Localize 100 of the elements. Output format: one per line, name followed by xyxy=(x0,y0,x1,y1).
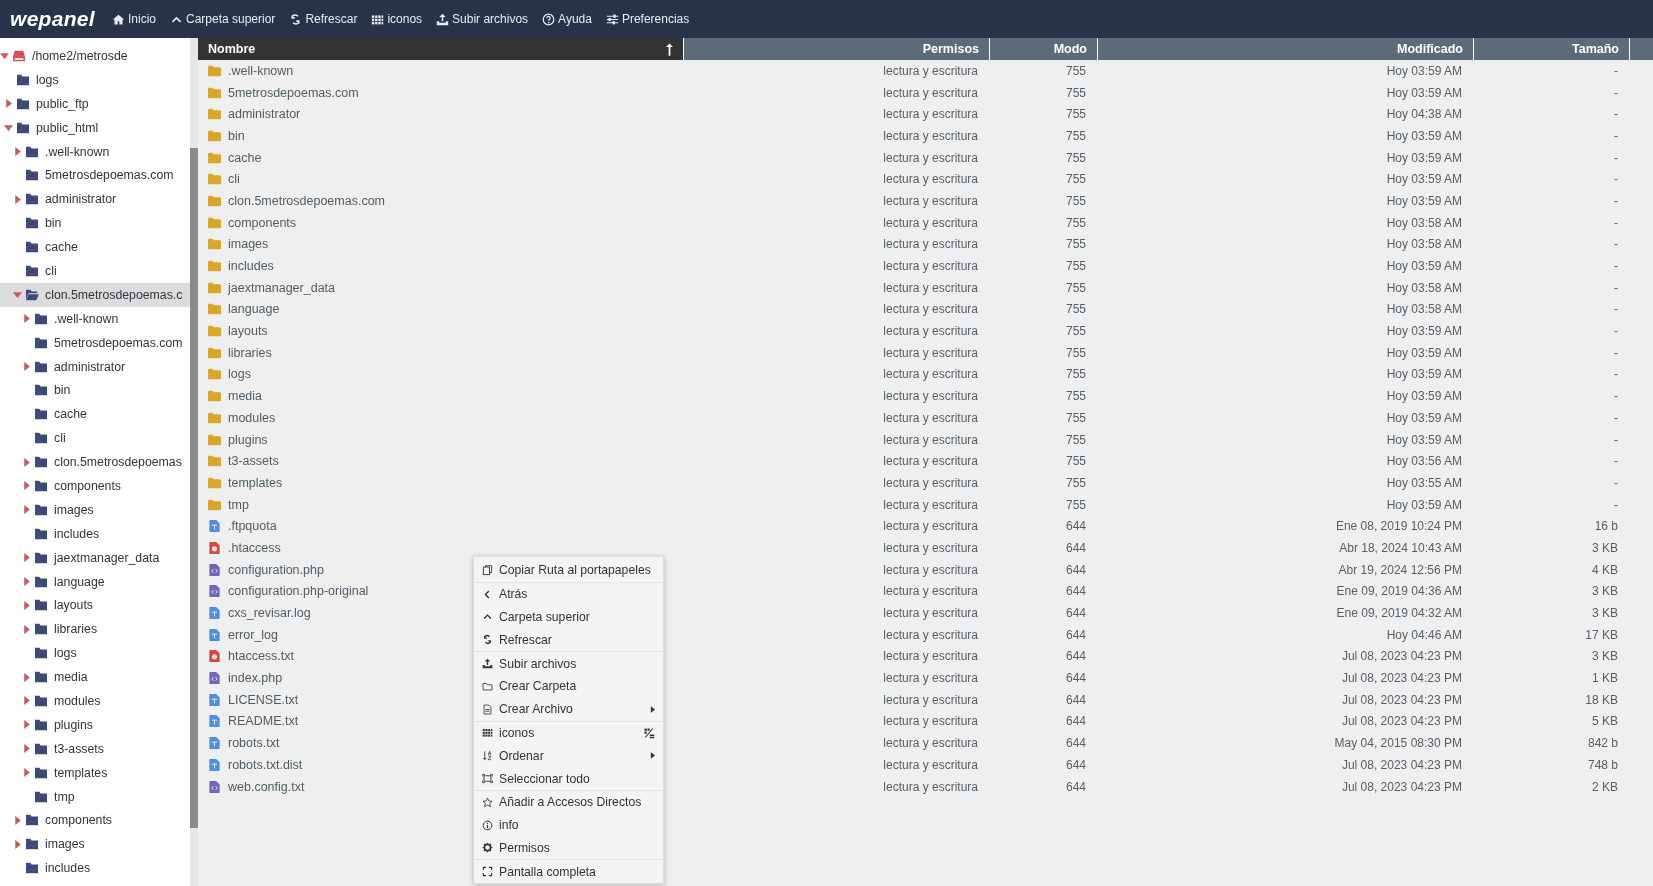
tree-item[interactable]: layouts xyxy=(0,593,190,618)
tree-item[interactable]: components xyxy=(0,808,190,833)
tree-item[interactable]: images xyxy=(0,497,190,522)
tree-item[interactable]: libraries xyxy=(0,617,190,642)
menu-item[interactable]: Permisos xyxy=(474,836,663,860)
expand-arrow-icon[interactable] xyxy=(22,505,31,515)
tree-item[interactable]: 5metrosdepoemas.com xyxy=(0,163,190,188)
toolbar-button[interactable]: Inicio xyxy=(106,9,161,29)
menu-item[interactable]: info xyxy=(474,813,663,837)
file-name[interactable]: cxs_revisar.log xyxy=(228,606,311,621)
expand-arrow-icon[interactable] xyxy=(22,624,31,634)
file-name[interactable]: logs xyxy=(228,367,251,382)
tree-item[interactable]: logs xyxy=(0,641,190,666)
tree-item[interactable]: 5metrosdepoemas.com xyxy=(0,330,190,355)
tree-item[interactable]: cli xyxy=(0,259,190,283)
tree-item[interactable]: language xyxy=(0,569,190,594)
file-name[interactable]: configuration.php-original xyxy=(228,584,369,599)
file-name[interactable]: jaextmanager_data xyxy=(228,280,336,295)
tree-item[interactable]: cache xyxy=(0,235,190,259)
tree-item[interactable]: administrator xyxy=(0,187,190,212)
file-name[interactable]: index.php xyxy=(228,671,283,686)
file-name[interactable]: error_log xyxy=(228,627,279,642)
tree-item[interactable]: .well-known xyxy=(0,139,190,164)
tree-item[interactable]: includes xyxy=(0,856,190,881)
tree-item[interactable]: /home2/metrosde xyxy=(0,44,190,68)
tree-item[interactable]: media xyxy=(0,665,190,690)
file-name[interactable]: language xyxy=(228,302,280,317)
expand-arrow-icon[interactable] xyxy=(22,553,31,563)
file-name[interactable]: cache xyxy=(228,150,262,165)
tree-item[interactable]: cli xyxy=(0,426,190,451)
column-header[interactable]: Nombre xyxy=(198,38,684,60)
file-name[interactable]: clon.5metrosdepoemas.com xyxy=(228,193,386,208)
menu-item[interactable]: Seleccionar todo xyxy=(474,767,663,790)
menu-item[interactable]: Subir archivos xyxy=(474,651,663,675)
file-name[interactable]: media xyxy=(228,389,263,404)
expand-arrow-icon[interactable] xyxy=(22,696,31,706)
tree-item[interactable]: jaextmanager_data xyxy=(0,545,190,570)
menu-item[interactable]: Atrás xyxy=(474,581,663,606)
tree-item[interactable]: components xyxy=(0,474,190,498)
file-name[interactable]: htaccess.txt xyxy=(228,649,294,664)
menu-item[interactable]: Ordenar xyxy=(474,744,663,768)
expand-arrow-icon[interactable] xyxy=(13,147,22,156)
tree-item[interactable]: tmp xyxy=(0,784,190,809)
file-name[interactable]: templates xyxy=(228,475,283,490)
expand-arrow-icon[interactable] xyxy=(22,362,31,371)
tree-item[interactable]: images xyxy=(0,832,190,857)
expand-arrow-icon[interactable] xyxy=(22,744,31,754)
expand-arrow-icon[interactable] xyxy=(22,457,31,467)
file-name[interactable]: tmp xyxy=(228,497,249,512)
scrollbar-thumb[interactable] xyxy=(190,148,198,828)
logo[interactable]: wepanel xyxy=(10,7,95,31)
expand-arrow-icon[interactable] xyxy=(22,768,31,778)
expand-arrow-icon[interactable] xyxy=(22,600,31,610)
file-name[interactable]: 5metrosdepoemas.com xyxy=(228,85,359,100)
tree-item[interactable]: public_ftp xyxy=(0,91,190,116)
tree-item[interactable]: public_html xyxy=(0,115,190,140)
tree-item[interactable]: cache xyxy=(0,402,190,427)
file-name[interactable]: configuration.php xyxy=(228,562,324,577)
menu-item[interactable]: Crear Carpeta xyxy=(474,675,663,698)
menu-item[interactable]: Pantalla completa xyxy=(474,859,663,884)
toolbar-button[interactable]: Subir archivos xyxy=(431,9,534,29)
tree-item[interactable]: clon.5metrosdepoemas xyxy=(0,450,190,475)
column-header[interactable]: Modo xyxy=(990,38,1098,60)
menu-item[interactable]: Carpeta superior xyxy=(474,605,663,629)
file-name[interactable]: plugins xyxy=(228,432,268,447)
expand-arrow-icon[interactable] xyxy=(13,839,22,849)
collapse-arrow-icon[interactable] xyxy=(0,51,9,61)
tree-item[interactable]: templates xyxy=(0,760,190,785)
menu-item[interactable]: Copiar Ruta al portapapeles xyxy=(474,559,663,582)
menu-item[interactable]: Añadir a Accesos Directos xyxy=(474,789,663,814)
file-name[interactable]: README.txt xyxy=(228,714,299,729)
file-name[interactable]: images xyxy=(228,237,269,252)
file-name[interactable]: .htaccess xyxy=(228,540,281,555)
tree-item[interactable]: modules xyxy=(0,689,190,713)
file-name[interactable]: cli xyxy=(228,172,240,187)
expand-arrow-icon[interactable] xyxy=(22,577,31,587)
toolbar-button[interactable]: Carpeta superior xyxy=(165,9,281,29)
file-name[interactable]: administrator xyxy=(228,107,301,122)
file-name[interactable]: libraries xyxy=(228,345,272,360)
expand-arrow-icon[interactable] xyxy=(22,314,31,324)
expand-arrow-icon[interactable] xyxy=(13,194,22,204)
expand-arrow-icon[interactable] xyxy=(4,99,13,109)
collapse-arrow-icon[interactable] xyxy=(4,123,13,133)
file-name[interactable]: bin xyxy=(228,128,245,143)
column-header[interactable]: Permisos xyxy=(684,38,990,60)
expand-arrow-icon[interactable] xyxy=(13,815,22,825)
file-name[interactable]: includes xyxy=(228,259,274,274)
tree-item[interactable]: logs xyxy=(0,67,190,92)
tree-item[interactable]: bin xyxy=(0,211,190,236)
tree-item[interactable]: clon.5metrosdepoemas.c xyxy=(0,282,190,307)
toolbar-button[interactable]: Refrescar xyxy=(284,9,363,29)
expand-arrow-icon[interactable] xyxy=(22,720,31,730)
tree-item[interactable]: t3-assets xyxy=(0,736,190,761)
file-name[interactable]: robots.txt.dist xyxy=(228,757,303,772)
column-header[interactable]: Tamaño xyxy=(1474,38,1630,60)
tree-item[interactable]: plugins xyxy=(0,712,190,737)
file-name[interactable]: t3-assets xyxy=(228,454,279,469)
file-name[interactable]: .well-known xyxy=(228,63,294,78)
toolbar-button[interactable]: iconos xyxy=(366,9,428,29)
file-name[interactable]: modules xyxy=(228,410,276,425)
